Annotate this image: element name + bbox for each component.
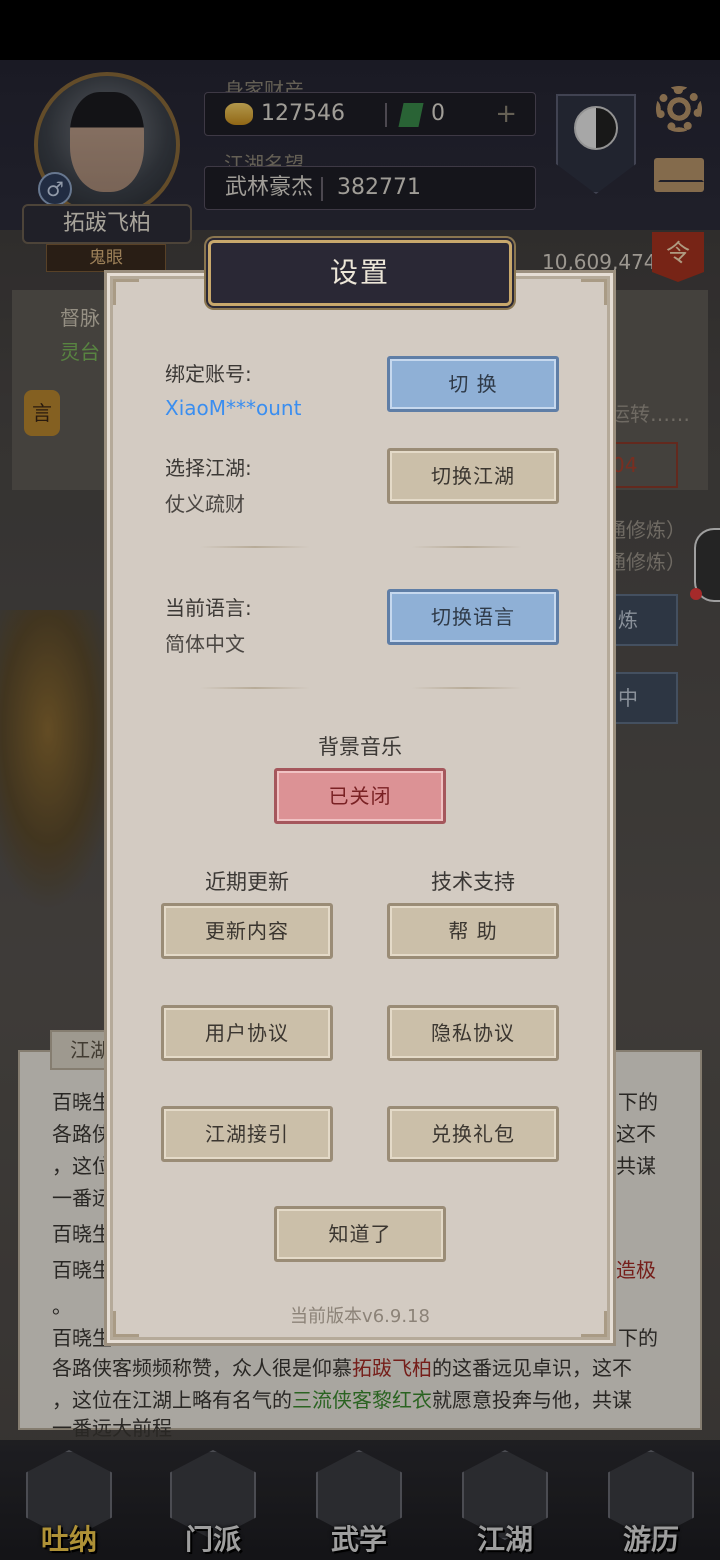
language-value: 简体中文 (165, 632, 245, 656)
music-label: 背景音乐 (318, 735, 402, 759)
divider (412, 687, 522, 689)
help-button[interactable]: 帮 助 (387, 903, 559, 959)
account-label: 绑定账号: (165, 362, 252, 386)
privacy-policy-button[interactable]: 隐私协议 (387, 1005, 559, 1061)
user-agreement-button[interactable]: 用户协议 (161, 1005, 333, 1061)
ok-button[interactable]: 知道了 (274, 1206, 446, 1262)
language-label: 当前语言: (165, 596, 252, 620)
update-notes-button[interactable]: 更新内容 (161, 903, 333, 959)
world-value: 仗义疏财 (165, 492, 245, 516)
divider (412, 546, 522, 548)
version-label: 当前版本v6.9.18 (290, 1306, 430, 1327)
switch-world-button[interactable]: 切换江湖 (387, 448, 559, 504)
corner-ornament (113, 279, 139, 305)
support-label: 技术支持 (431, 870, 515, 894)
divider (200, 546, 310, 548)
corner-ornament (581, 279, 607, 305)
account-value: XiaoM***ount (165, 396, 302, 420)
music-toggle-button[interactable]: 已关闭 (274, 768, 446, 824)
divider (200, 687, 310, 689)
switch-account-button[interactable]: 切 换 (387, 356, 559, 412)
updates-label: 近期更新 (205, 870, 289, 894)
dialog-title: 设置 (208, 240, 512, 306)
world-label: 选择江湖: (165, 456, 252, 480)
switch-language-button[interactable]: 切换语言 (387, 589, 559, 645)
redeem-gift-button[interactable]: 兑换礼包 (387, 1106, 559, 1162)
jianghu-guide-button[interactable]: 江湖接引 (161, 1106, 333, 1162)
status-bar (0, 0, 720, 60)
